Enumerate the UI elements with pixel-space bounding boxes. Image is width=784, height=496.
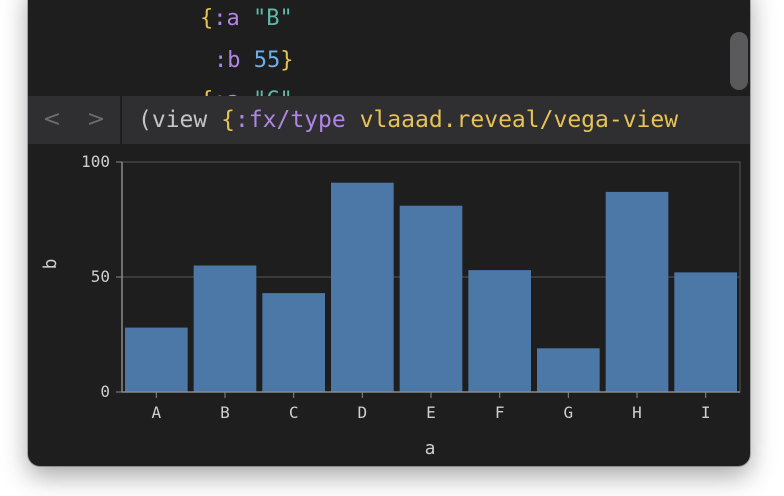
- bar-E: [399, 205, 463, 392]
- view-brace: {: [221, 107, 235, 133]
- y-tick-label: 50: [91, 267, 110, 286]
- x-tick-label: E: [426, 403, 436, 422]
- bar-H: [605, 191, 669, 392]
- x-tick-label: A: [152, 403, 162, 422]
- brace-close: }: [280, 48, 294, 73]
- y-tick-label: 0: [100, 382, 110, 401]
- nav-divider: [120, 96, 122, 144]
- scrollbar-thumb[interactable]: [730, 32, 748, 90]
- bar-chart: 0 50 100 A B C D E F G H I a b: [40, 152, 741, 459]
- view-expression: (view {:fx/type vlaaad.reveal/vega-view: [138, 96, 678, 144]
- x-tick-label: H: [632, 403, 642, 422]
- x-tick-label: C: [289, 403, 299, 422]
- bar-G: [537, 348, 600, 392]
- code-line: :b 55}: [214, 48, 294, 74]
- x-tick-label: G: [564, 403, 574, 422]
- view-symbol: vlaaad.reveal/vega-view: [359, 107, 679, 133]
- bar-A: [125, 327, 188, 392]
- y-tick-label: 100: [81, 152, 110, 171]
- keyword: :a: [213, 6, 240, 31]
- view-paren: (view: [138, 107, 208, 133]
- bar-C: [262, 293, 325, 392]
- forward-button[interactable]: >: [74, 96, 118, 144]
- number-value: 55: [253, 48, 281, 73]
- x-axis-title: a: [425, 438, 436, 459]
- bar-F: [468, 270, 531, 392]
- reveal-window: {:a "B" :b 55} {:a "C" < > (view {:fx/ty…: [28, 0, 750, 466]
- code-line: {:a "B": [200, 6, 293, 32]
- view-keyword: :fx/type: [234, 107, 346, 133]
- bar-I: [674, 272, 737, 392]
- x-tick-label: D: [358, 403, 368, 422]
- bar-B: [193, 265, 257, 392]
- x-tick-label: I: [701, 403, 711, 422]
- brace-open: {: [200, 6, 214, 31]
- bar-D: [331, 182, 394, 392]
- view-nav-bar: < > (view {:fx/type vlaaad.reveal/vega-v…: [28, 96, 750, 144]
- string-value: "B": [253, 6, 293, 31]
- x-tick-label: F: [495, 403, 505, 422]
- y-axis-title: b: [40, 259, 61, 270]
- x-tick-label: B: [220, 403, 230, 422]
- code-editor[interactable]: {:a "B" :b 55} {:a "C": [28, 0, 750, 113]
- keyword: :b: [214, 48, 241, 73]
- bars-layer: [125, 182, 737, 392]
- back-button[interactable]: <: [30, 96, 74, 144]
